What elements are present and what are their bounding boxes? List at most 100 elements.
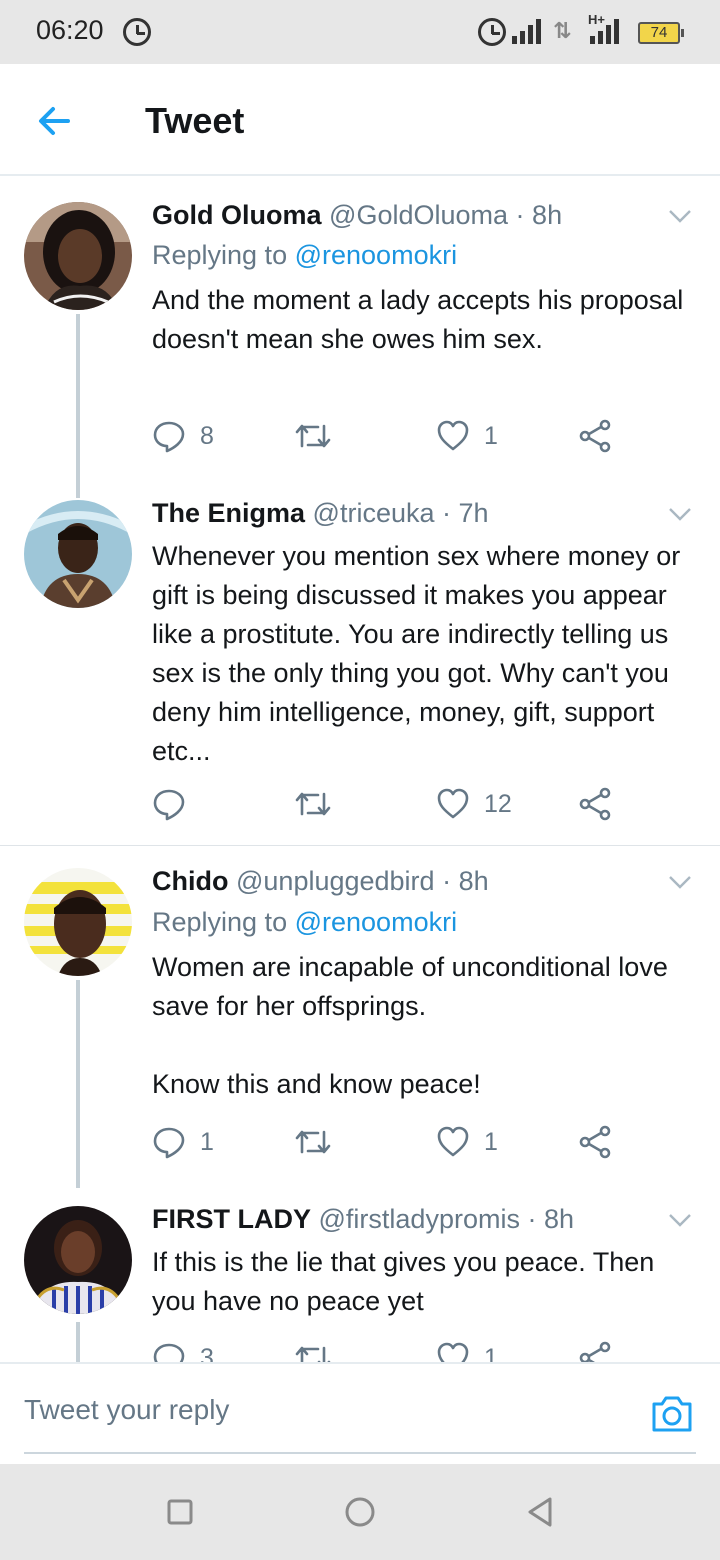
tweet-time: 8h (544, 1204, 575, 1234)
separator-dot: · (527, 1204, 537, 1234)
thread-line (76, 980, 80, 1188)
signal-icon (512, 18, 541, 44)
signal-icon (590, 18, 619, 44)
reply-button[interactable]: 8 (152, 416, 214, 456)
mention-link[interactable]: @renoomokri (295, 907, 457, 937)
user-name[interactable]: Chido (152, 866, 228, 896)
tweet-text: And the moment a lady accepts his propos… (152, 285, 684, 354)
share-button[interactable] (578, 1338, 612, 1362)
user-name[interactable]: The Enigma (152, 498, 305, 528)
tweet-header: Gold Oluoma @GoldOluoma · 8h (152, 200, 562, 231)
thread-line (76, 314, 80, 498)
reply-icon (153, 421, 185, 453)
nav-back-button[interactable] (516, 1488, 564, 1536)
tweet-menu-button[interactable] (668, 870, 692, 894)
avatar[interactable] (24, 500, 132, 608)
separator-dot: · (515, 200, 525, 230)
tweet-menu-button[interactable] (668, 502, 692, 526)
battery-icon: 74 (638, 22, 684, 44)
reply-button[interactable]: 1 (152, 1122, 214, 1162)
user-handle[interactable]: @unpluggedbird (236, 866, 435, 896)
data-arrows-icon: ⇅ (553, 18, 572, 43)
tweet-menu-button[interactable] (668, 204, 692, 228)
system-navigation-bar (0, 1464, 720, 1560)
avatar[interactable] (24, 1206, 132, 1314)
tweet-actions: 12 (152, 784, 622, 824)
avatar[interactable] (24, 868, 132, 976)
tweet-header: Chido @unpluggedbird · 8h (152, 866, 489, 897)
like-button[interactable]: 1 (436, 1338, 498, 1362)
share-icon (579, 1125, 611, 1159)
separator-dot: · (442, 498, 452, 528)
recents-button[interactable] (156, 1488, 204, 1536)
like-count: 1 (484, 1343, 498, 1363)
reply-icon (153, 789, 185, 821)
retweet-button[interactable] (294, 416, 346, 456)
tweet-text: If this is the lie that gives you peace.… (152, 1247, 655, 1316)
tweet-menu-button[interactable] (668, 1208, 692, 1232)
reply-count: 3 (200, 1343, 214, 1363)
tweet-first-lady[interactable]: FIRST LADY @firstladypromis · 8h If this… (0, 1188, 720, 1362)
like-button[interactable]: 1 (436, 1122, 498, 1162)
like-count: 1 (484, 421, 498, 450)
tweet-header: FIRST LADY @firstladypromis · 8h (152, 1204, 574, 1235)
retweet-icon (295, 424, 331, 448)
back-arrow-icon (39, 107, 70, 135)
tweet-time: 8h (532, 200, 563, 230)
heart-icon (437, 1342, 469, 1362)
status-bar: 06:20 ⇅ H+ 74 (0, 0, 720, 64)
user-handle[interactable]: @triceuka (313, 498, 435, 528)
tweet-actions: 1 1 (152, 1122, 622, 1162)
thread-line (76, 1322, 80, 1362)
status-time: 06:20 (36, 15, 104, 45)
camera-button[interactable] (648, 1390, 696, 1438)
like-count: 12 (484, 789, 512, 818)
replies-timeline[interactable]: Gold Oluoma @GoldOluoma · 8h Replying to… (0, 178, 720, 1362)
app-header: Tweet (0, 64, 720, 176)
camera-icon (652, 1396, 692, 1432)
alarm-icon (123, 18, 151, 46)
reply-button[interactable]: 3 (152, 1338, 214, 1362)
retweet-button[interactable] (294, 1122, 346, 1162)
user-handle[interactable]: @GoldOluoma (329, 200, 508, 230)
mention-link[interactable]: @renoomokri (295, 240, 457, 270)
reply-input[interactable] (24, 1390, 584, 1430)
tweet-text: Women are incapable of unconditional lov… (152, 952, 668, 1099)
retweet-button[interactable] (294, 784, 346, 824)
chevron-down-icon (669, 210, 691, 223)
user-name[interactable]: FIRST LADY (152, 1204, 311, 1234)
retweet-button[interactable] (294, 1338, 346, 1362)
reply-composer (0, 1362, 720, 1464)
replying-prefix: Replying to (152, 240, 288, 270)
share-icon (579, 419, 611, 453)
share-icon (579, 787, 611, 821)
back-button[interactable] (30, 96, 80, 146)
user-handle[interactable]: @firstladypromis (319, 1204, 520, 1234)
home-button[interactable] (336, 1488, 384, 1536)
avatar[interactable] (24, 202, 132, 310)
heart-icon (437, 1126, 469, 1157)
tweet-the-enigma[interactable]: The Enigma @triceuka · 7h Whenever you m… (0, 498, 720, 846)
tweet-chido[interactable]: Chido @unpluggedbird · 8h Replying to @r… (0, 846, 720, 1188)
retweet-icon (295, 792, 331, 816)
tweet-gold-oluoma[interactable]: Gold Oluoma @GoldOluoma · 8h Replying to… (0, 178, 720, 498)
retweet-icon (295, 1130, 331, 1154)
chevron-down-icon (669, 508, 691, 521)
share-icon (579, 1341, 611, 1362)
tweet-actions: 8 1 (152, 416, 622, 456)
input-underline (24, 1452, 696, 1454)
share-button[interactable] (578, 1122, 612, 1162)
share-button[interactable] (578, 416, 612, 456)
heart-icon (437, 788, 469, 819)
user-name[interactable]: Gold Oluoma (152, 200, 322, 230)
heart-icon (437, 420, 469, 451)
share-button[interactable] (578, 784, 612, 824)
reply-count: 1 (200, 1127, 214, 1156)
replying-to: Replying to @renoomokri (152, 907, 457, 938)
like-button[interactable]: 1 (436, 416, 498, 456)
like-button[interactable]: 12 (436, 784, 512, 824)
reply-button[interactable] (152, 784, 200, 824)
replying-to: Replying to @renoomokri (152, 240, 457, 271)
retweet-icon (295, 1346, 331, 1362)
like-count: 1 (484, 1127, 498, 1156)
